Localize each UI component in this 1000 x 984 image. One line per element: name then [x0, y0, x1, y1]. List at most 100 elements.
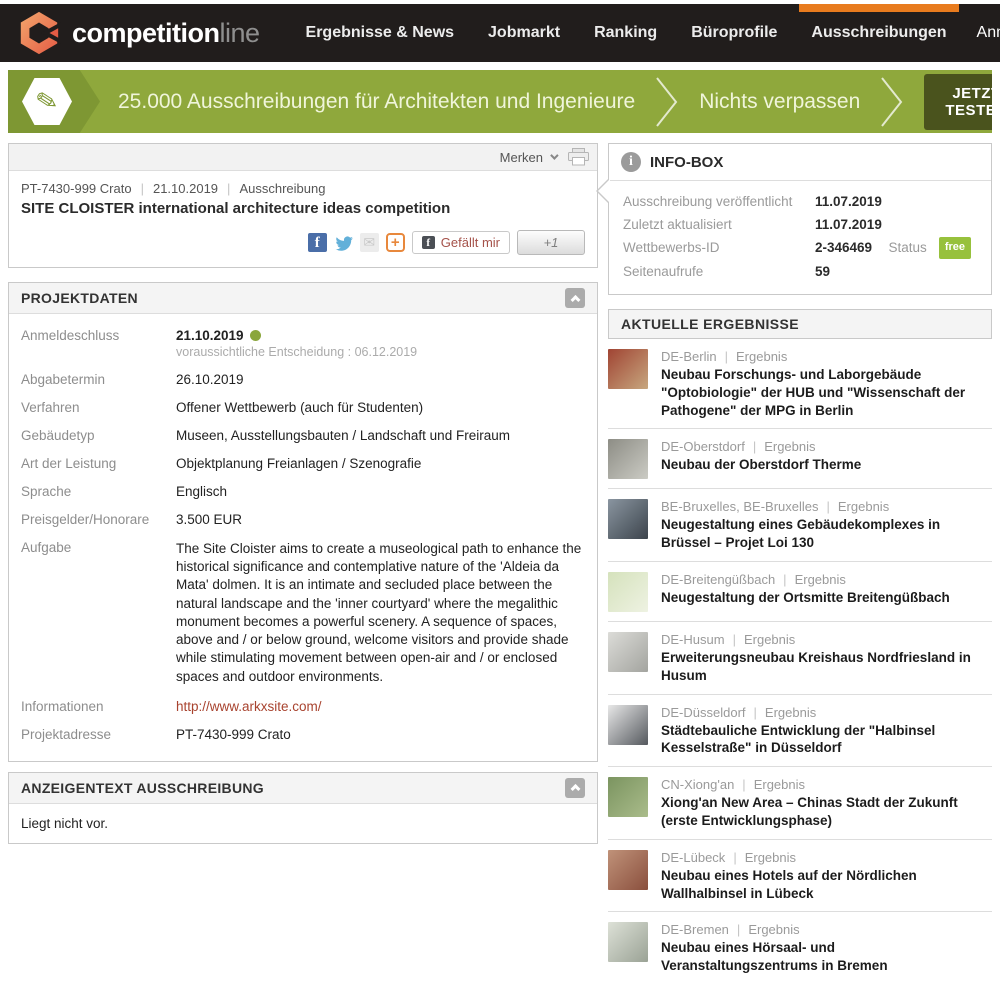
result-item-husum[interactable]: DE-Husum|Ergebnis Erweiterungsneubau Kre… [608, 622, 992, 695]
result-tag: Ergebnis [765, 705, 816, 720]
result-thumbnail [608, 705, 648, 745]
data-row-gebaeudetyp: Gebäudetyp Museen, Ausstellungsbauten / … [21, 428, 585, 443]
nav-item-label: Ranking [594, 24, 657, 42]
project-id-location: PT-7430-999 Crato [21, 181, 132, 196]
result-tag: Ergebnis [745, 850, 796, 865]
info-value: 11.07.2019 [815, 213, 882, 236]
collapse-section-button[interactable] [565, 778, 585, 798]
row-label: Gebäudetyp [21, 428, 176, 443]
article-breadcrumb: PT-7430-999 Crato | 21.10.2019 | Ausschr… [21, 181, 585, 196]
chevron-up-icon [570, 294, 580, 304]
nav-item-jobmarkt[interactable]: Jobmarkt [484, 4, 564, 62]
result-location: BE-Bruxelles, BE-Bruxelles [661, 499, 819, 514]
result-item-luebeck[interactable]: DE-Lübeck|Ergebnis Neubau eines Hotels a… [608, 840, 992, 913]
result-title: Neubau eines Hörsaal- und Veranstaltungs… [661, 939, 992, 975]
row-label: Anmeldeschluss [21, 328, 176, 359]
info-label: Wettbewerbs-ID [623, 236, 815, 259]
projektdaten-section: PROJEKTDATEN Anmeldeschluss 21.10.2019 v… [8, 282, 598, 762]
brand-word-bold: competition [72, 18, 220, 48]
data-row-aufgabe: Aufgabe The Site Cloister aims to create… [21, 540, 585, 686]
info-label: Ausschreibung veröffentlicht [623, 190, 815, 213]
row-label: Verfahren [21, 400, 176, 415]
brand-logo[interactable]: competitionline [16, 10, 260, 56]
status-badge: free [939, 237, 971, 259]
result-item-duesseldorf[interactable]: DE-Düsseldorf|Ergebnis Städtebauliche En… [608, 695, 992, 768]
more-share-icon[interactable]: + [386, 233, 405, 252]
result-tag: Ergebnis [764, 439, 815, 454]
result-location: DE-Berlin [661, 349, 717, 364]
facebook-share-icon[interactable]: f [308, 233, 327, 252]
anzeigentext-header: ANZEIGENTEXT AUSSCHREIBUNG [9, 773, 597, 804]
deadline-value: 21.10.2019 [176, 328, 244, 343]
info-box-body: Ausschreibung veröffentlicht 11.07.2019 … [609, 181, 991, 294]
result-item-oberstdorf[interactable]: DE-Oberstdorf|Ergebnis Neubau der Oberst… [608, 429, 992, 489]
row-label: Abgabetermin [21, 372, 176, 387]
sidebar: i INFO-BOX Ausschreibung veröffentlicht … [608, 143, 992, 984]
cta-label: JETZT TESTEN [944, 85, 992, 119]
result-thumbnail [608, 632, 648, 672]
nav-item-ergebnisse-news[interactable]: Ergebnisse & News [302, 4, 459, 62]
info-row-published: Ausschreibung veröffentlicht 11.07.2019 [623, 190, 977, 213]
main-header: competitionline Ergebnisse & News Jobmar… [0, 4, 1000, 62]
login-link[interactable]: Anmelden [977, 24, 1000, 42]
result-location: DE-Bremen [661, 922, 729, 937]
chevron-separator-icon [655, 76, 679, 128]
result-item-bruxelles[interactable]: BE-Bruxelles, BE-Bruxelles|Ergebnis Neug… [608, 489, 992, 562]
result-item-berlin[interactable]: DE-Berlin|Ergebnis Neubau Forschungs- un… [608, 339, 992, 429]
promo-banner[interactable]: ✎ 25.000 Ausschreibungen für Architekten… [8, 70, 992, 133]
result-tag: Ergebnis [754, 777, 805, 792]
meta-separator: | [737, 922, 740, 937]
result-title: Neubau der Oberstdorf Therme [661, 456, 861, 474]
like-label: Gefällt mir [441, 235, 500, 250]
article-body: PT-7430-999 Crato | 21.10.2019 | Ausschr… [9, 171, 597, 267]
chevron-down-icon [550, 151, 558, 159]
nav-item-label: Büroprofile [691, 24, 777, 42]
result-item-breitenguessbach[interactable]: DE-Breitengüßbach|Ergebnis Neugestaltung… [608, 562, 992, 622]
info-value: 2-346469 [815, 236, 872, 259]
data-row-anmeldeschluss: Anmeldeschluss 21.10.2019 voraussichtlic… [21, 328, 585, 359]
nav-item-label: Ergebnisse & News [306, 24, 455, 42]
merken-dropdown[interactable]: Merken [500, 150, 556, 165]
result-tag: Ergebnis [748, 922, 799, 937]
article-toolbar: Merken [9, 144, 597, 171]
result-location: DE-Husum [661, 632, 725, 647]
results-section-header: AKTUELLE ERGEBNISSE [608, 309, 992, 339]
row-label: Sprache [21, 484, 176, 499]
result-item-xiongan[interactable]: CN-Xiong'an|Ergebnis Xiong'an New Area –… [608, 767, 992, 840]
result-thumbnail [608, 349, 648, 389]
facebook-like-button[interactable]: f Gefällt mir [412, 231, 510, 254]
result-item-bremen[interactable]: DE-Bremen | Ergebnis Neubau eines Hörsaal-… [608, 912, 992, 984]
data-row-sprache: Sprache Englisch [21, 484, 585, 499]
print-button[interactable] [568, 148, 589, 166]
info-link[interactable]: http://www.arkxsite.com/ [176, 699, 322, 714]
meta-separator: | [227, 181, 230, 196]
result-title: Neugestaltung der Ortsmitte Breitengüßba… [661, 589, 950, 607]
nav-item-ranking[interactable]: Ranking [590, 4, 661, 62]
merken-label: Merken [500, 150, 543, 165]
twitter-share-icon[interactable] [334, 233, 353, 252]
info-value: 59 [815, 260, 830, 283]
result-thumbnail [608, 850, 648, 890]
data-row-art-der-leistung: Art der Leistung Objektplanung Freianlag… [21, 456, 585, 471]
pencil-hexagon-icon: ✎ [22, 77, 72, 127]
collapse-section-button[interactable] [565, 288, 585, 308]
nav-item-ausschreibungen-active[interactable]: Ausschreibungen [807, 4, 950, 62]
projektdaten-body: Anmeldeschluss 21.10.2019 voraussichtlic… [9, 314, 597, 761]
nav-item-bueroprofile[interactable]: Büroprofile [687, 4, 781, 62]
google-plusone-button[interactable]: +1 [517, 230, 585, 255]
jetzt-testen-button[interactable]: JETZT TESTEN [924, 74, 992, 130]
result-title: Neugestaltung eines Gebäudekomplexes in … [661, 516, 992, 552]
row-value: Offener Wettbewerb (auch für Studenten) [176, 400, 423, 415]
info-row-updated: Zuletzt aktualisiert 11.07.2019 [623, 213, 977, 236]
email-share-icon[interactable]: ✉ [360, 233, 379, 252]
row-label: Informationen [21, 699, 176, 714]
info-icon: i [621, 152, 641, 172]
result-location: DE-Düsseldorf [661, 705, 746, 720]
meta-separator: | [733, 632, 736, 647]
row-value: Museen, Ausstellungsbauten / Landschaft … [176, 428, 510, 443]
result-thumbnail [608, 922, 648, 962]
info-box-title: INFO-BOX [650, 154, 723, 171]
result-title: Xiong'an New Area – Chinas Stadt der Zuk… [661, 794, 992, 830]
projektdaten-header: PROJEKTDATEN [9, 283, 597, 314]
result-thumbnail [608, 572, 648, 612]
